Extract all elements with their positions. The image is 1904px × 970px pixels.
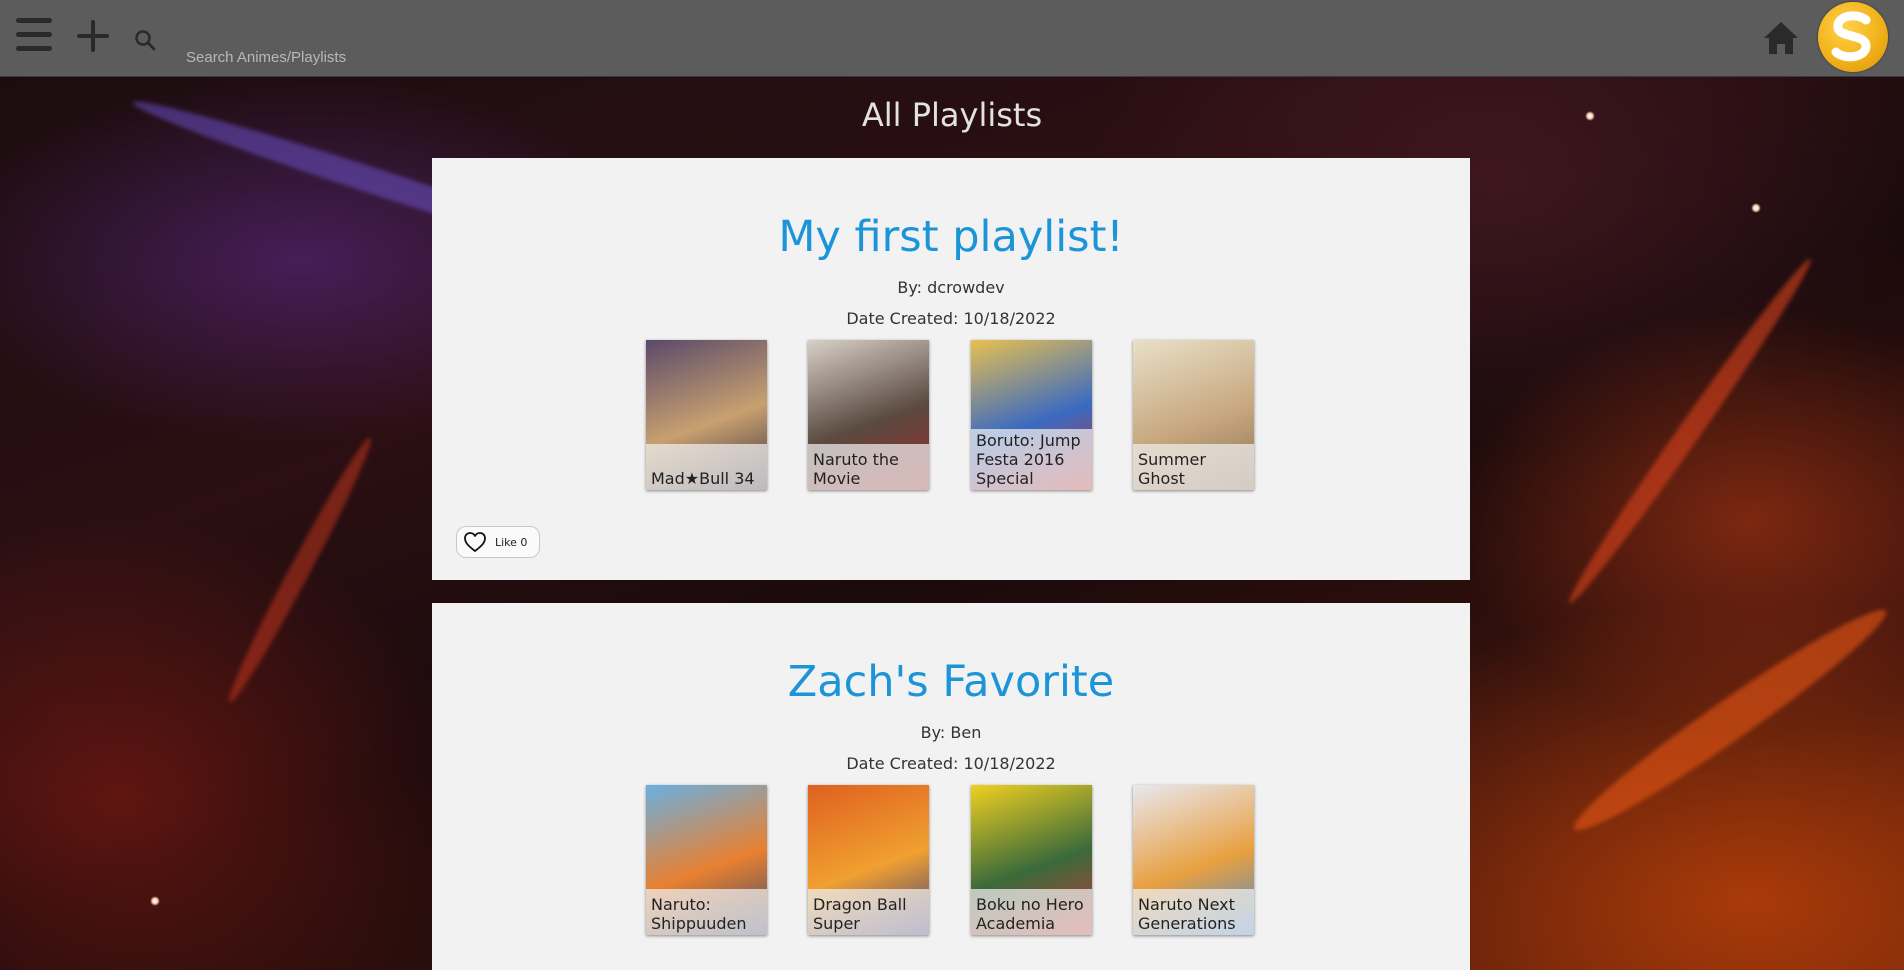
anime-card[interactable]: Naruto the Movie bbox=[808, 340, 929, 490]
playlist-author: By: dcrowdev bbox=[897, 278, 1005, 297]
anime-title: Naruto the Movie bbox=[808, 444, 929, 490]
anime-title: Summer Ghost bbox=[1133, 444, 1254, 490]
top-navigation-bar bbox=[0, 0, 1904, 78]
background-streak bbox=[1562, 594, 1898, 846]
page-title: All Playlists bbox=[861, 96, 1043, 134]
playlist-title[interactable]: My first playlist! bbox=[432, 212, 1470, 262]
heart-icon bbox=[464, 532, 486, 552]
anime-card[interactable]: Summer Ghost bbox=[1133, 340, 1254, 490]
like-button[interactable]: Like 0 bbox=[456, 526, 540, 558]
home-icon[interactable] bbox=[1762, 20, 1800, 56]
anime-card[interactable]: Mad★Bull 34 bbox=[646, 340, 767, 490]
anime-title: Mad★Bull 34 bbox=[646, 444, 767, 490]
playlist-card: Zach's Favorite By: Ben Date Created: 10… bbox=[432, 603, 1470, 970]
anime-card[interactable]: Boku no Hero Academia bbox=[971, 785, 1092, 935]
anime-title: Naruto: Shippuuden bbox=[646, 889, 767, 935]
background-streak bbox=[1560, 252, 1820, 610]
anime-card[interactable]: Naruto: Shippuuden bbox=[646, 785, 767, 935]
playlist-date: Date Created: 10/18/2022 bbox=[846, 309, 1056, 328]
playlist-date: Date Created: 10/18/2022 bbox=[846, 754, 1056, 773]
anime-title: Boruto: Jump Festa 2016 Special bbox=[971, 429, 1092, 490]
anime-list: Mad★Bull 34 Naruto the Movie Boruto: Jum… bbox=[646, 340, 1256, 492]
anime-list: Naruto: Shippuuden Dragon Ball Super Bok… bbox=[646, 785, 1256, 937]
search-icon[interactable] bbox=[134, 29, 156, 51]
playlist-card: My first playlist! By: dcrowdev Date Cre… bbox=[432, 158, 1470, 580]
playlist-title[interactable]: Zach's Favorite bbox=[432, 657, 1470, 707]
like-count: Like 0 bbox=[495, 535, 528, 549]
anime-title: Naruto Next Generations bbox=[1133, 889, 1254, 935]
anime-card[interactable]: Naruto Next Generations bbox=[1133, 785, 1254, 935]
avatar[interactable] bbox=[1818, 2, 1888, 72]
playlist-author: By: Ben bbox=[920, 723, 982, 742]
search-input[interactable] bbox=[180, 36, 712, 78]
background-star bbox=[1751, 203, 1761, 213]
avatar-logo-icon bbox=[1831, 11, 1871, 62]
menu-icon[interactable] bbox=[16, 18, 52, 52]
anime-card[interactable]: Boruto: Jump Festa 2016 Special bbox=[971, 340, 1092, 490]
add-icon[interactable] bbox=[75, 18, 111, 54]
anime-title: Boku no Hero Academia bbox=[971, 889, 1092, 935]
anime-title: Dragon Ball Super bbox=[808, 889, 929, 935]
background-streak bbox=[220, 432, 380, 708]
background-star bbox=[150, 896, 160, 906]
anime-card[interactable]: Dragon Ball Super bbox=[808, 785, 929, 935]
